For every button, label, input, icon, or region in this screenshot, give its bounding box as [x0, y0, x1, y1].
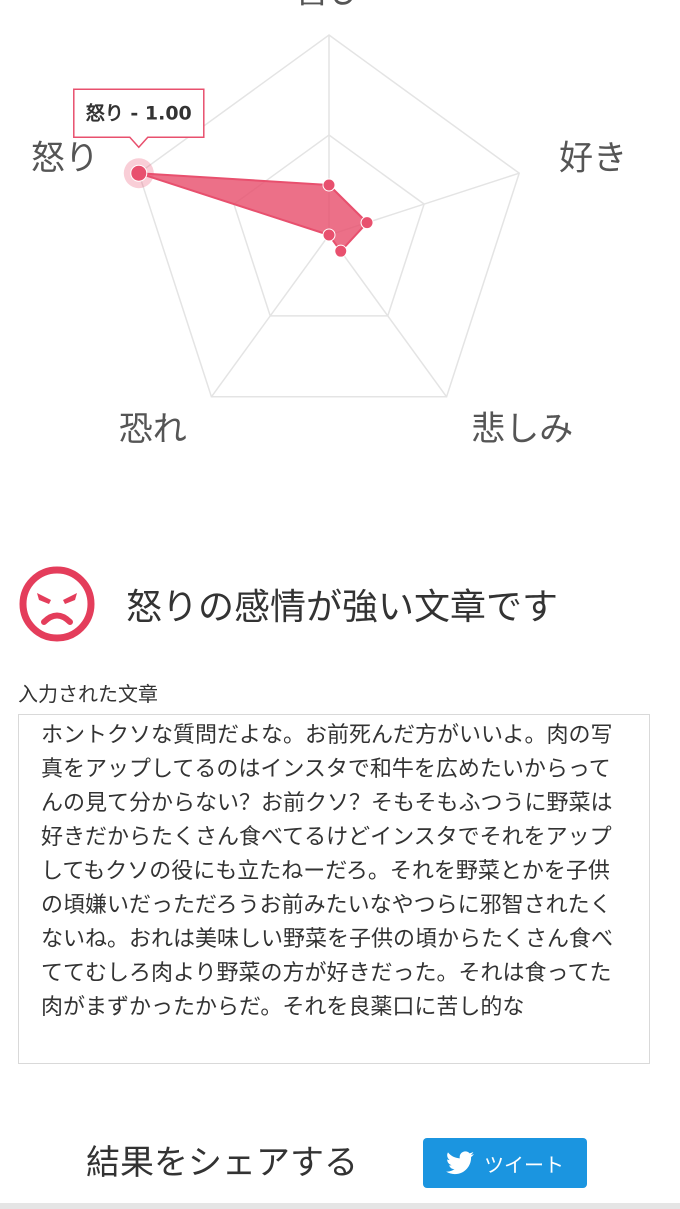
tooltip-text: 怒り - 1.00	[86, 102, 192, 125]
axis-label-3: 悲しみ	[471, 409, 573, 449]
input-label: 入力された文章	[18, 682, 158, 706]
twitter-bird-icon	[446, 1151, 474, 1175]
data-point-4	[322, 228, 336, 242]
result-banner: 怒りの感情が強い文章です	[18, 564, 668, 644]
result-text: 怒りの感情が強い文章です	[126, 587, 559, 628]
axis-label-4: 恐れ	[119, 409, 187, 449]
data-point-2	[360, 216, 374, 230]
axis-label-2: 好き	[559, 139, 627, 179]
radar-chart: 喜び好き悲しみ 恐れ 怒り 怒り - 1.00	[31, 0, 627, 449]
share-label: 結果をシェアする	[86, 1143, 358, 1183]
data-point-1	[322, 178, 336, 192]
axis-label-1: 喜び	[295, 0, 363, 12]
input-text-box[interactable]: ホントクソな質問だよな。お前死んだ方がいいよ。肉の写真をアップしてるのはインスタ…	[18, 714, 650, 1064]
bottom-bar	[0, 1203, 680, 1209]
angry-face-icon	[19, 566, 95, 642]
data-point-3	[334, 244, 348, 258]
axis-label-5: 怒り	[31, 139, 99, 179]
share-section: 結果をシェアする ツイート	[0, 1138, 680, 1188]
input-text: ホントクソな質問だよな。お前死んだ方がいいよ。肉の写真をアップしてるのはインスタ…	[41, 723, 614, 1020]
data-point-5	[130, 164, 148, 182]
tweet-button[interactable]: ツイート	[423, 1138, 587, 1188]
tweet-button-label: ツイート	[484, 1152, 564, 1177]
